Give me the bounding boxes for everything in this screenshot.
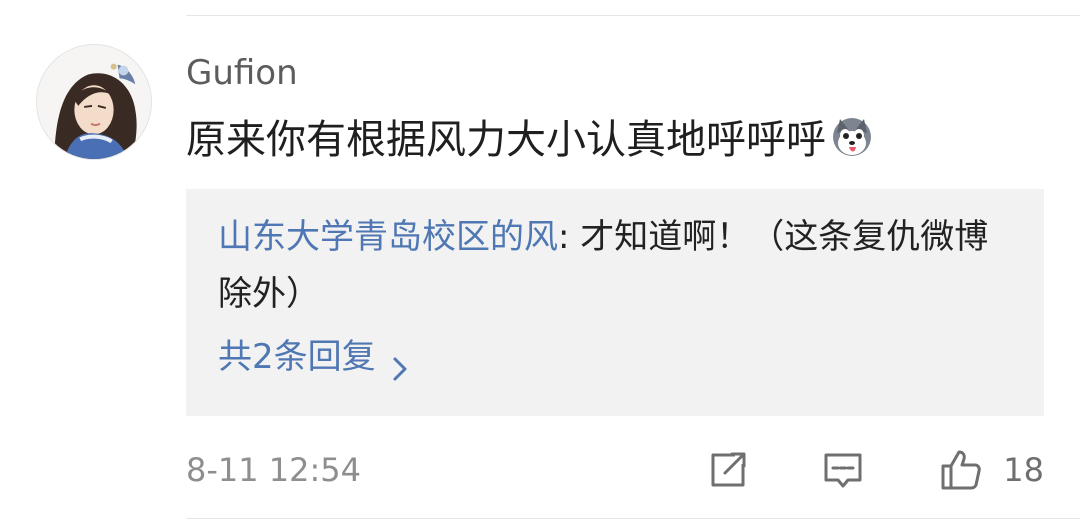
timestamp: 8-11 12:54 xyxy=(186,451,362,489)
comment-body: 原来你有根据风力大小认真地呼呼呼 xyxy=(186,117,826,163)
reply-separator: : xyxy=(558,217,581,257)
avatar[interactable] xyxy=(36,44,152,160)
chevron-right-icon xyxy=(390,344,410,380)
comment-icon xyxy=(821,448,865,492)
bottom-divider xyxy=(186,518,1080,519)
comment-button[interactable] xyxy=(821,448,865,492)
username[interactable]: Gufion xyxy=(186,52,298,94)
like-button[interactable]: 18 xyxy=(937,446,1044,494)
view-replies-link[interactable]: 共2条回复 xyxy=(218,329,410,386)
like-count: 18 xyxy=(1003,451,1044,489)
action-bar: 18 xyxy=(705,446,1044,494)
reply-author[interactable]: 山东大学青岛校区的风 xyxy=(218,217,558,257)
reply-text: 山东大学青岛校区的风: 才知道啊！（这条复仇微博除外） xyxy=(218,209,998,323)
husky-dog-emoji-icon xyxy=(830,115,874,159)
share-button[interactable] xyxy=(705,448,749,492)
top-divider xyxy=(186,15,1080,16)
view-replies-label: 共2条回复 xyxy=(218,337,376,377)
comment-text: 原来你有根据风力大小认真地呼呼呼 xyxy=(186,114,874,166)
share-icon xyxy=(705,448,749,492)
reply-box[interactable]: 山东大学青岛校区的风: 才知道啊！（这条复仇微博除外） 共2条回复 xyxy=(186,189,1044,416)
thumbs-up-icon xyxy=(937,446,985,494)
avatar-illustration xyxy=(37,45,151,159)
